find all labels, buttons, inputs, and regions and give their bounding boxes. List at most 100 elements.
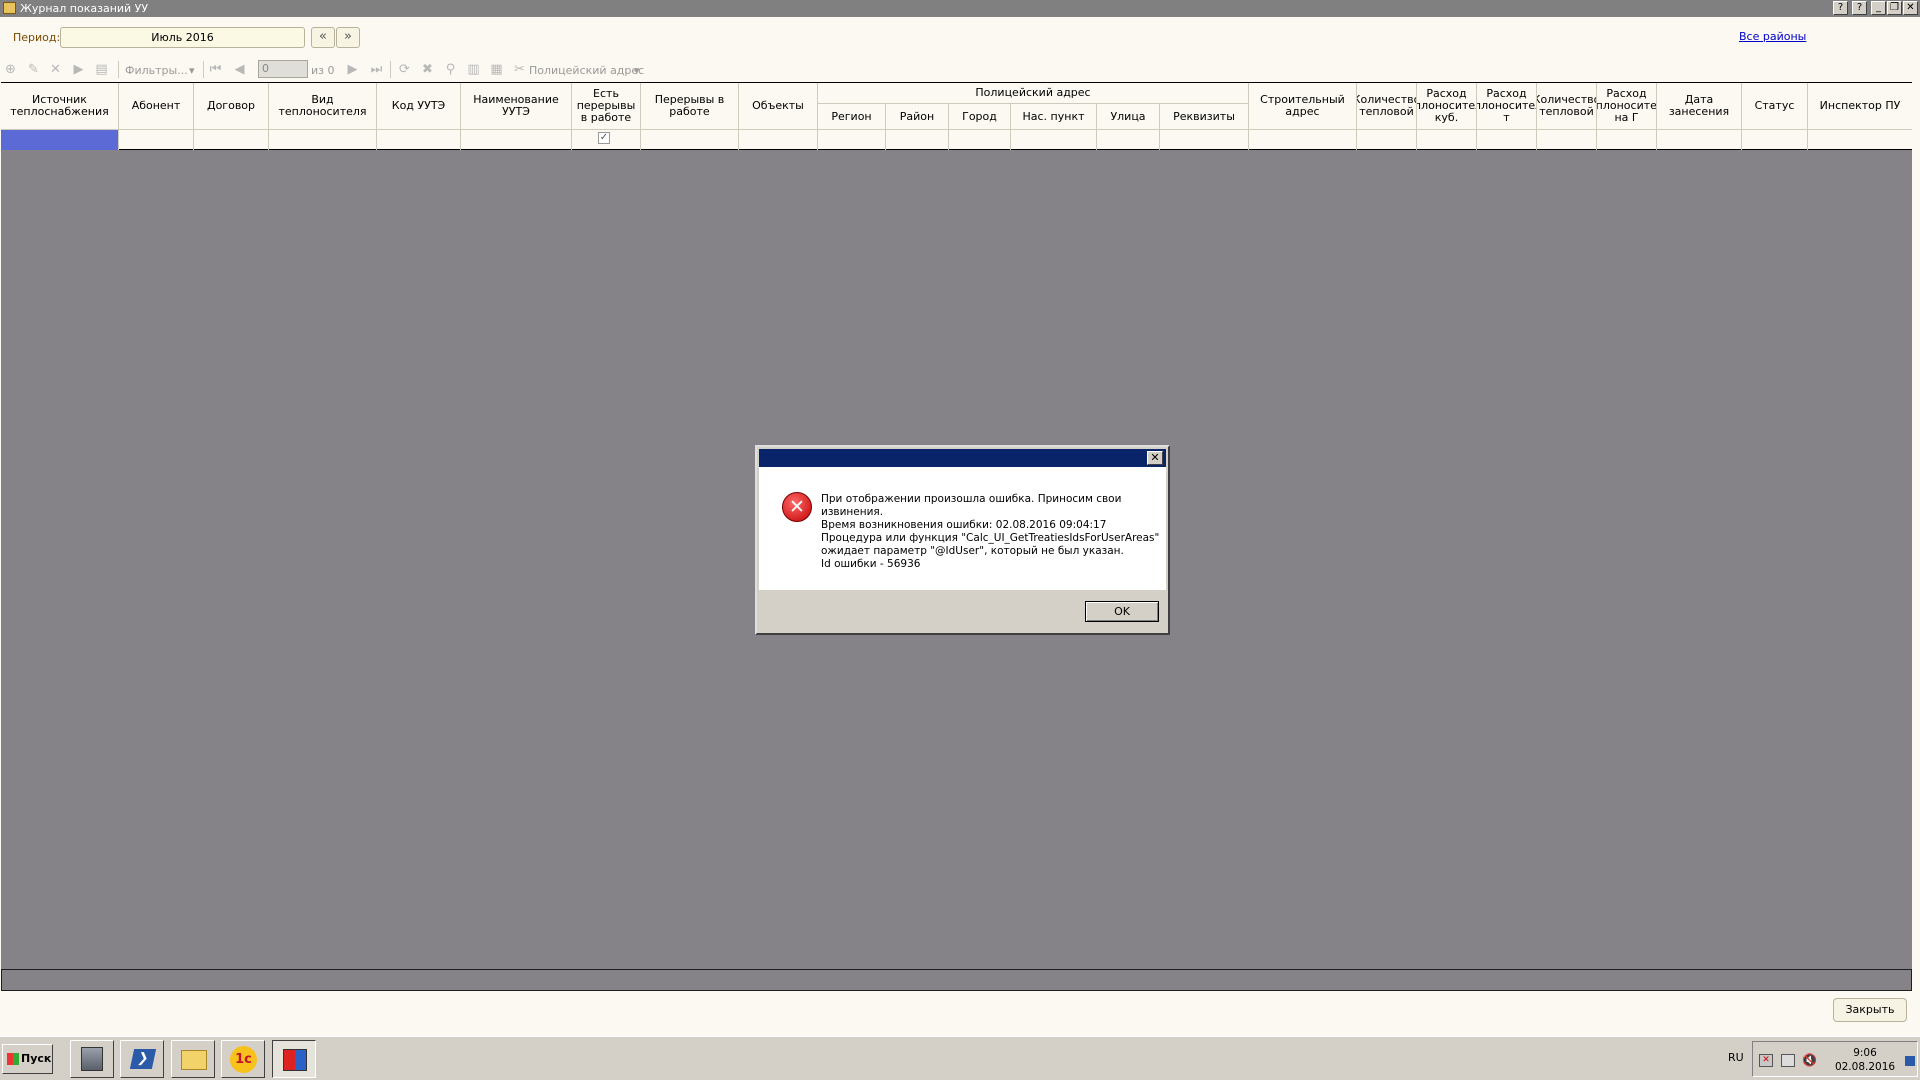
grid-horizontal-scrollbar[interactable] bbox=[1, 969, 1912, 991]
table-cell[interactable] bbox=[1097, 130, 1160, 151]
period-next-button[interactable]: » bbox=[336, 27, 360, 48]
column-header[interactable]: Реквизиты bbox=[1160, 104, 1249, 130]
table-cell[interactable] bbox=[1742, 130, 1808, 151]
column-header[interactable]: Нас. пункт bbox=[1011, 104, 1097, 130]
table-cell[interactable] bbox=[1537, 130, 1597, 151]
next-page-icon[interactable]: ▶ bbox=[345, 62, 360, 77]
column-header[interactable]: Договор bbox=[194, 83, 269, 130]
table-cell[interactable] bbox=[1357, 130, 1417, 151]
column-header[interactable]: Инспектор ПУ bbox=[1808, 83, 1912, 130]
table-cell[interactable] bbox=[377, 130, 461, 151]
column-header[interactable]: Строительный адрес bbox=[1249, 83, 1357, 130]
dialog-titlebar: ✕ bbox=[759, 449, 1166, 467]
page-number-input[interactable]: 0 bbox=[258, 60, 308, 78]
help-button-2[interactable]: ? bbox=[1852, 1, 1867, 15]
language-indicator[interactable]: RU bbox=[1728, 1051, 1744, 1064]
close-form-button[interactable]: Закрыть bbox=[1833, 998, 1907, 1022]
1c-taskbar-button[interactable]: 1c bbox=[221, 1040, 265, 1078]
column-header[interactable]: Количество тепловой bbox=[1357, 83, 1417, 130]
data-grid: Источник теплоснабжения Абонент Договор … bbox=[1, 82, 1912, 151]
table-cell[interactable] bbox=[1477, 130, 1537, 151]
column-header[interactable]: Улица bbox=[1097, 104, 1160, 130]
table-cell[interactable] bbox=[739, 130, 818, 151]
table-cell[interactable] bbox=[1160, 130, 1249, 151]
table-cell[interactable] bbox=[119, 130, 194, 151]
column-header[interactable]: Статус bbox=[1742, 83, 1808, 130]
find-icon[interactable]: ⚲ bbox=[443, 62, 458, 77]
tools-icon[interactable]: ✂ bbox=[512, 62, 527, 77]
filters-dropdown[interactable]: Фильтры... bbox=[125, 64, 188, 77]
toolbar-separator bbox=[390, 61, 391, 78]
has-interruptions-checkbox[interactable]: ✓ bbox=[598, 132, 610, 144]
network-icon[interactable] bbox=[1781, 1054, 1795, 1067]
column-header[interactable]: Район bbox=[886, 104, 949, 130]
table-cell[interactable] bbox=[1249, 130, 1357, 151]
toolbar-separator bbox=[118, 61, 119, 78]
period-prev-button[interactable]: « bbox=[311, 27, 335, 48]
settings-icon[interactable]: ▦ bbox=[489, 62, 504, 77]
print-icon[interactable]: ▤ bbox=[94, 62, 109, 77]
column-header[interactable]: Дата занесения bbox=[1657, 83, 1742, 130]
explorer-taskbar-button[interactable] bbox=[171, 1040, 215, 1078]
run-icon[interactable]: ▶ bbox=[71, 62, 86, 77]
column-header[interactable]: Регион bbox=[818, 104, 886, 130]
table-cell[interactable] bbox=[641, 130, 739, 151]
table-cell[interactable] bbox=[1808, 130, 1912, 151]
active-app-taskbar-button[interactable] bbox=[272, 1040, 316, 1078]
column-header[interactable]: Количество тепловой bbox=[1537, 83, 1597, 130]
column-header[interactable]: Расход теплоносителя, т bbox=[1477, 83, 1537, 130]
minimize-button[interactable]: _ bbox=[1871, 1, 1886, 15]
table-cell[interactable] bbox=[194, 130, 269, 151]
server-manager-icon bbox=[81, 1047, 103, 1071]
table-cell[interactable] bbox=[269, 130, 377, 151]
column-header[interactable]: Наименование УУТЭ bbox=[461, 83, 572, 130]
restore-button[interactable]: ❐ bbox=[1887, 1, 1902, 15]
column-header[interactable]: Объекты bbox=[739, 83, 818, 130]
refresh-icon[interactable]: ⟳ bbox=[397, 62, 412, 77]
table-cell[interactable] bbox=[1417, 130, 1477, 151]
all-districts-link[interactable]: Все районы bbox=[1739, 30, 1806, 43]
export-icon[interactable]: ▥ bbox=[466, 62, 481, 77]
column-header[interactable]: Расход теплоносителя на Г bbox=[1597, 83, 1657, 130]
network-error-icon[interactable]: ✕ bbox=[1759, 1054, 1773, 1067]
table-cell[interactable] bbox=[949, 130, 1011, 151]
table-cell[interactable] bbox=[1597, 130, 1657, 151]
column-header[interactable]: Перерывы в работе bbox=[641, 83, 739, 130]
ok-button[interactable]: OK bbox=[1085, 601, 1159, 622]
delete-icon[interactable]: ✕ bbox=[48, 62, 63, 77]
clock-time: 9:06 bbox=[1853, 1047, 1877, 1059]
column-header[interactable]: Вид теплоносителя bbox=[269, 83, 377, 130]
table-cell[interactable] bbox=[1657, 130, 1742, 151]
table-cell[interactable] bbox=[1011, 130, 1097, 151]
grid-vertical-scrollbar[interactable] bbox=[1912, 82, 1920, 150]
add-icon[interactable]: ⊕ bbox=[3, 62, 18, 77]
first-page-icon[interactable]: ⏮ bbox=[208, 62, 223, 77]
edit-icon[interactable]: ✎ bbox=[26, 62, 41, 77]
help-button[interactable]: ? bbox=[1833, 1, 1848, 15]
table-cell-selected[interactable] bbox=[1, 130, 119, 151]
dialog-close-button[interactable]: ✕ bbox=[1147, 451, 1163, 465]
column-header[interactable]: Есть перерывы в работе bbox=[572, 83, 641, 130]
clear-filter-icon[interactable]: ✖ bbox=[420, 62, 435, 77]
powershell-taskbar-button[interactable]: ❯ bbox=[120, 1040, 164, 1078]
column-header[interactable]: Город bbox=[949, 104, 1011, 130]
table-cell[interactable] bbox=[461, 130, 572, 151]
prev-page-icon[interactable]: ◀ bbox=[232, 62, 247, 77]
error-message-line: Процедура или функция "Calc_UI_GetTreati… bbox=[821, 532, 1160, 544]
table-cell[interactable] bbox=[818, 130, 886, 151]
column-header[interactable]: Абонент bbox=[119, 83, 194, 130]
start-button[interactable]: Пуск bbox=[2, 1044, 53, 1074]
column-header[interactable]: Источник теплоснабжения bbox=[1, 83, 119, 130]
last-page-icon[interactable]: ⏭ bbox=[369, 62, 384, 77]
table-cell[interactable] bbox=[886, 130, 949, 151]
column-header[interactable]: Расход теплоносителя, куб. bbox=[1417, 83, 1477, 130]
column-header[interactable]: Код УУТЭ bbox=[377, 83, 461, 130]
period-selector[interactable]: Июль 2016 bbox=[60, 27, 305, 48]
show-desktop-icon[interactable] bbox=[1905, 1056, 1915, 1066]
window-close-button[interactable]: ✕ bbox=[1903, 1, 1918, 15]
clock[interactable]: 9:06 02.08.2016 bbox=[1830, 1046, 1900, 1074]
volume-muted-icon[interactable]: 🔇 bbox=[1802, 1053, 1817, 1067]
start-label: Пуск bbox=[21, 1052, 52, 1065]
server-manager-taskbar-button[interactable] bbox=[70, 1040, 114, 1078]
police-address-dropdown[interactable]: Полицейский адрес bbox=[529, 64, 644, 77]
